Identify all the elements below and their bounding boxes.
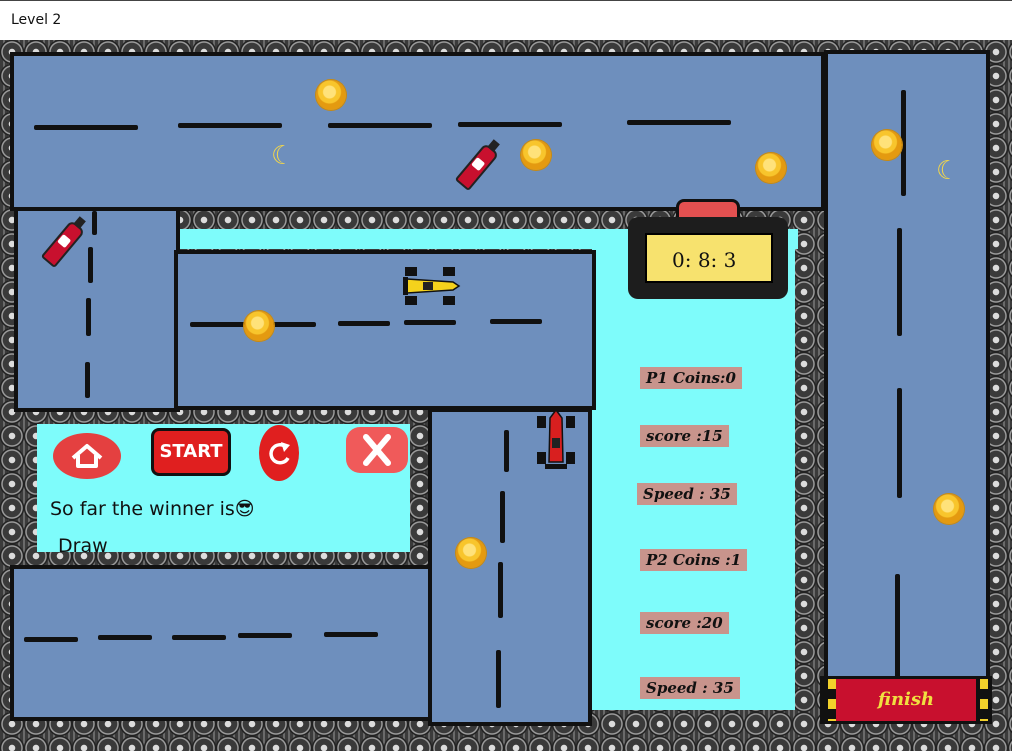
lane-dash [504, 430, 509, 472]
lane-dash [88, 247, 93, 283]
p1-score: score :15 [640, 425, 729, 447]
banana-peel-icon: ☾ [271, 140, 295, 170]
window-titlebar: Level 2 [0, 0, 1012, 40]
p2-score: score :20 [640, 612, 729, 634]
lane-dash [24, 637, 78, 642]
lane-dash [498, 562, 503, 618]
lane-dash [496, 650, 501, 708]
close-icon [363, 434, 391, 466]
lane-dash [404, 320, 456, 325]
coin-icon [521, 140, 551, 170]
lane-dash [897, 228, 902, 336]
lane-dash [172, 635, 226, 640]
window-title: Level 2 [11, 12, 62, 28]
lane-dash [895, 574, 900, 678]
road-left-vertical [14, 207, 180, 412]
lane-dash [338, 321, 390, 326]
lane-dash [458, 122, 562, 127]
winner-label: So far the winner is😎 [50, 498, 255, 520]
start-button[interactable]: START [151, 428, 231, 476]
home-icon [71, 444, 103, 468]
lane-dash [85, 362, 90, 398]
p2-speed: Speed : 35 [640, 677, 740, 699]
coin-icon [756, 153, 786, 183]
road-top [10, 52, 825, 211]
lane-dash [328, 123, 432, 128]
close-button[interactable] [346, 427, 408, 473]
coin-icon [316, 80, 346, 110]
restart-icon [269, 442, 290, 465]
banana-peel-icon: ☾ [936, 155, 960, 185]
finish-label: finish [836, 679, 976, 721]
p1-speed: Speed : 35 [637, 483, 737, 505]
finish-stripe-right [980, 679, 988, 721]
red-race-car [537, 408, 575, 469]
home-button[interactable] [53, 433, 121, 479]
lane-dash [98, 635, 152, 640]
p2-coins: P2 Coins :1 [640, 549, 748, 571]
lane-dash [490, 319, 542, 324]
coin-icon [872, 130, 902, 160]
lane-dash [324, 632, 378, 637]
timer-value: 0: 8: 3 [672, 248, 737, 272]
road-bottom [10, 565, 432, 721]
road-right [824, 50, 990, 680]
p1-coins: P1 Coins:0 [640, 367, 742, 389]
winner-value: Draw [58, 535, 108, 557]
sunglasses-emoji-icon: 😎 [234, 498, 255, 520]
track-infield-right [592, 235, 795, 710]
coin-icon [244, 311, 274, 341]
lane-dash [34, 125, 138, 130]
lane-dash [500, 491, 505, 543]
coin-icon [934, 494, 964, 524]
road-middle [174, 250, 596, 410]
lane-dash [86, 298, 91, 336]
finish-stripe-left [828, 679, 836, 721]
coin-icon [456, 538, 486, 568]
lane-dash [92, 211, 97, 235]
lane-dash [627, 120, 731, 125]
lane-dash [897, 388, 902, 498]
yellow-race-car [403, 267, 461, 305]
restart-button[interactable] [259, 425, 299, 481]
lane-dash [238, 633, 292, 638]
lane-dash [178, 123, 282, 128]
winner-label-text: So far the winner is [50, 498, 235, 520]
